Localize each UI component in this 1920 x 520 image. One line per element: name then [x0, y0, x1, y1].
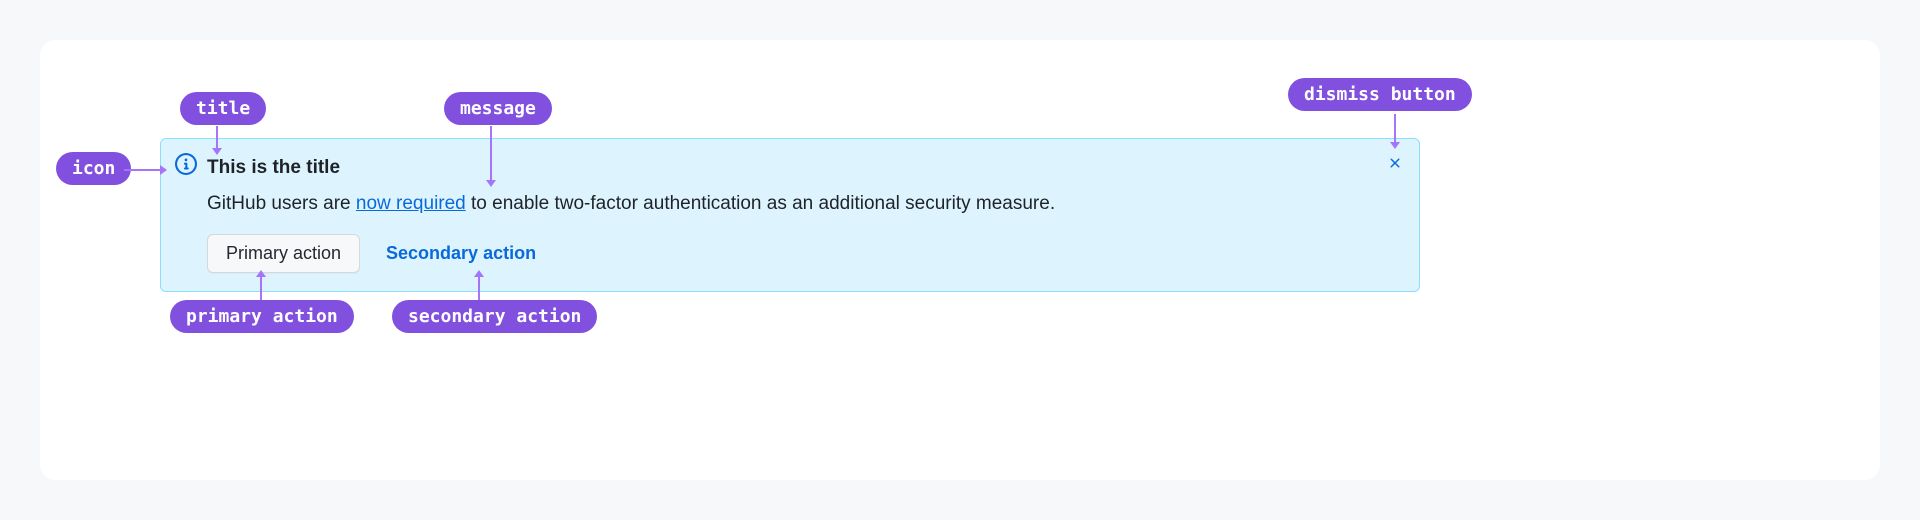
- callout-message: message: [444, 92, 552, 125]
- arrow-icon: [474, 270, 484, 277]
- arrow-icon: [160, 165, 167, 175]
- connector: [124, 169, 162, 171]
- banner-title: This is the title: [207, 155, 1403, 181]
- canvas: This is the title GitHub users are now r…: [0, 0, 1920, 520]
- flash-banner: This is the title GitHub users are now r…: [160, 138, 1420, 292]
- close-icon: [1387, 155, 1403, 171]
- secondary-action-button[interactable]: Secondary action: [386, 243, 536, 264]
- connector: [490, 126, 492, 182]
- connector: [216, 126, 218, 150]
- callout-icon: icon: [56, 152, 131, 185]
- banner-message: GitHub users are now required to enable …: [207, 189, 1403, 218]
- connector: [478, 276, 480, 300]
- primary-action-button[interactable]: Primary action: [207, 234, 360, 273]
- arrow-icon: [256, 270, 266, 277]
- arrow-icon: [1390, 142, 1400, 149]
- info-icon: [175, 153, 197, 175]
- callout-secondary: secondary action: [392, 300, 597, 333]
- message-text-after: to enable two-factor authentication as a…: [466, 193, 1055, 214]
- message-text-before: GitHub users are: [207, 193, 356, 214]
- connector: [1394, 114, 1396, 144]
- callout-dismiss: dismiss button: [1288, 78, 1472, 111]
- callout-title: title: [180, 92, 266, 125]
- banner-actions: Primary action Secondary action: [207, 234, 1403, 273]
- connector: [260, 276, 262, 300]
- callout-primary: primary action: [170, 300, 354, 333]
- arrow-icon: [486, 180, 496, 187]
- arrow-icon: [212, 148, 222, 155]
- dismiss-button[interactable]: [1385, 153, 1405, 173]
- message-link[interactable]: now required: [356, 193, 466, 214]
